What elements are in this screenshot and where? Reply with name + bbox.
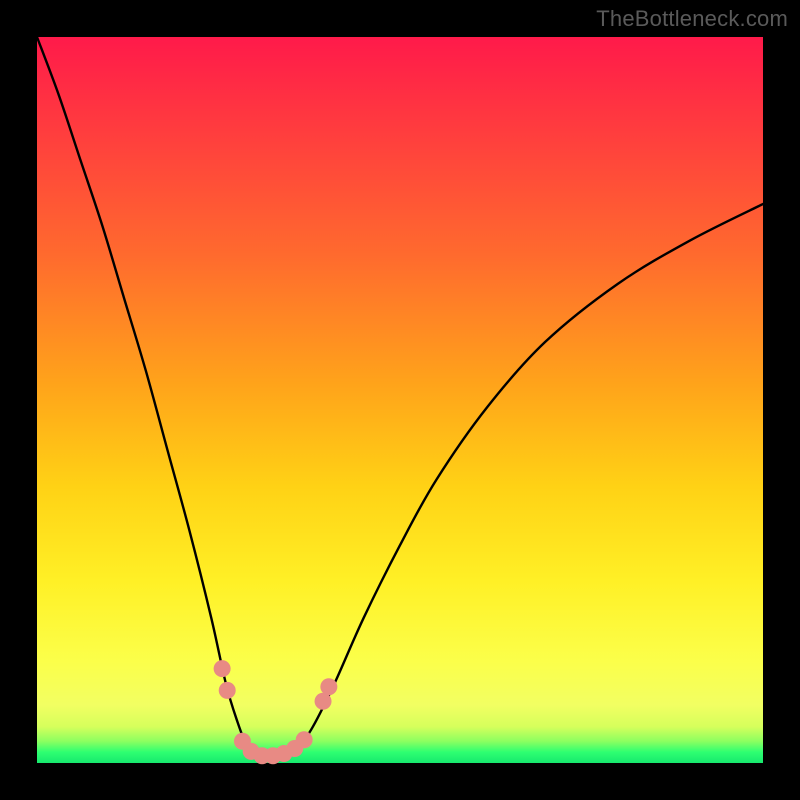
marker-dot: [219, 682, 236, 699]
bottleneck-curve: [37, 37, 763, 756]
chart-svg: [37, 37, 763, 763]
marker-dot: [320, 678, 337, 695]
marker-dot: [315, 693, 332, 710]
plot-area: [37, 37, 763, 763]
marker-dot: [296, 731, 313, 748]
chart-stage: TheBottleneck.com: [0, 0, 800, 800]
marker-dot: [214, 660, 231, 677]
highlight-dots: [214, 660, 338, 764]
watermark-text: TheBottleneck.com: [596, 6, 788, 32]
